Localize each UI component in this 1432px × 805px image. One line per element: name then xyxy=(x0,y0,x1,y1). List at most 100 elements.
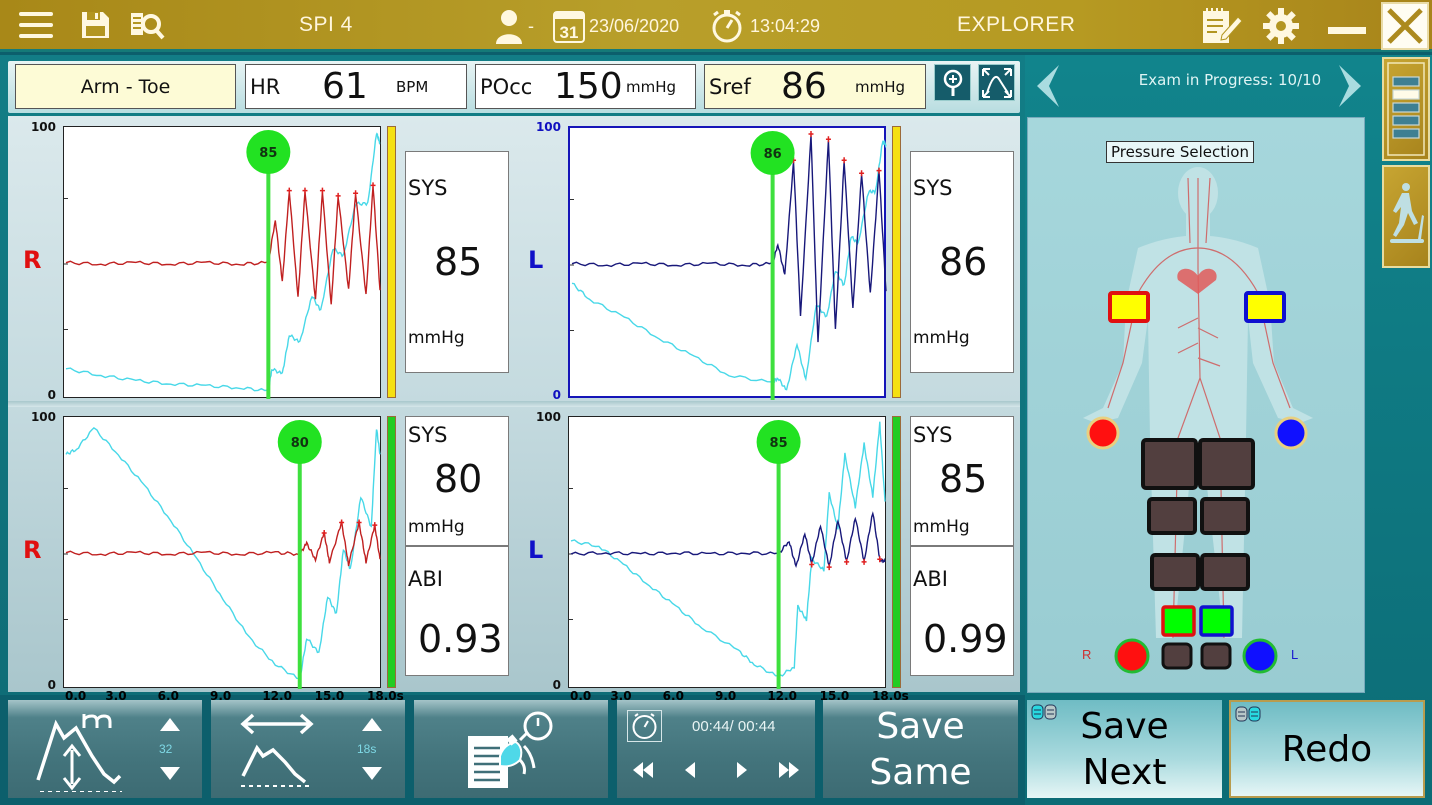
save-same-button[interactable]: Save Same xyxy=(823,700,1018,798)
sensor-ankle-right[interactable] xyxy=(1114,638,1150,674)
y-tick-label: 0 xyxy=(552,388,561,402)
trace-pulse-volume xyxy=(65,186,381,305)
menu-button[interactable] xyxy=(18,9,54,41)
zoom-in-icon xyxy=(943,69,962,96)
pocc-box: POcc 150 mmHg xyxy=(475,64,696,109)
search-exam-button[interactable] xyxy=(129,9,171,41)
settings-button[interactable] xyxy=(1261,6,1301,46)
timebase-control: 18s xyxy=(211,700,405,798)
cuff-calf-right[interactable] xyxy=(1150,553,1200,591)
redo-label: Redo xyxy=(1281,728,1373,770)
chevron-left-icon xyxy=(1037,65,1059,107)
side-label: L xyxy=(528,246,544,274)
waveform-plot[interactable]: 85 xyxy=(63,126,381,399)
waveform-plot[interactable]: 86 xyxy=(568,126,887,400)
step-forward-button[interactable] xyxy=(735,760,749,784)
waveform-plot[interactable]: 85 xyxy=(568,416,886,689)
top-bar: SPI 4 - 31 23/06/2020 13:04:29 EXPLORER xyxy=(0,0,1432,52)
legend-left: L xyxy=(1291,647,1298,662)
cuff-thigh-left[interactable] xyxy=(1198,438,1255,490)
cuff-above-knee-right[interactable] xyxy=(1147,497,1197,535)
notes-button[interactable] xyxy=(1200,7,1246,45)
rewind-icon xyxy=(633,762,653,778)
redo-button[interactable]: Redo xyxy=(1229,700,1425,798)
step-forward-icon xyxy=(737,762,747,778)
protocol-button[interactable]: Arm - Toe xyxy=(15,64,236,109)
fast-forward-button[interactable] xyxy=(777,760,801,784)
side-label: R xyxy=(23,246,42,274)
next-exam-button[interactable] xyxy=(1335,63,1367,113)
save-button[interactable] xyxy=(79,9,111,41)
trace-cuff-pressure xyxy=(65,427,381,680)
exercise-test-tab[interactable] xyxy=(1382,165,1430,268)
peak-marker xyxy=(372,522,378,529)
save-next-button[interactable]: Save Next xyxy=(1027,700,1222,798)
hr-box: HR 61 BPM xyxy=(245,64,467,109)
sref-label: Sref xyxy=(709,74,751,99)
waveform-svg: 80 xyxy=(64,420,381,689)
fast-forward-icon xyxy=(779,762,799,778)
timebase-scale-button[interactable] xyxy=(239,710,319,794)
sys-label: SYS xyxy=(913,176,953,200)
side-label: L xyxy=(528,536,544,564)
abi-value: 0.99 xyxy=(923,617,1008,661)
systolic-marker-label: 85 xyxy=(770,436,788,451)
playback-control: 00:44/ 00:44 xyxy=(617,700,815,798)
playback-timer-button[interactable] xyxy=(627,710,662,742)
cuff-foot-left[interactable] xyxy=(1200,642,1232,670)
sensor-finger-left[interactable] xyxy=(1274,416,1308,450)
report-button[interactable] xyxy=(414,700,608,798)
amplitude-icon xyxy=(36,714,122,793)
waveform-svg: 85 xyxy=(569,420,886,689)
peak-marker xyxy=(370,182,376,189)
exam-status: Exam in Progress: 10/10 xyxy=(1138,71,1322,89)
fit-curve-button[interactable] xyxy=(978,64,1015,101)
waveform-panel: R 100 0 85 SYS 85 mmHg xyxy=(8,116,513,406)
timebase-up-button[interactable] xyxy=(362,718,382,731)
cuff-above-knee-left[interactable] xyxy=(1200,497,1250,535)
cuff-arm-right[interactable] xyxy=(1108,291,1150,323)
peak-marker xyxy=(286,187,292,194)
save-icon xyxy=(82,12,109,38)
timebase-icon xyxy=(240,713,314,787)
cuff-thigh-right[interactable] xyxy=(1141,438,1198,490)
peak-marker xyxy=(825,136,831,143)
previous-exam-button[interactable] xyxy=(1031,63,1063,113)
zoom-button[interactable] xyxy=(934,64,971,101)
cuff-toe-right[interactable] xyxy=(1161,605,1196,637)
protocol-label: Arm - Toe xyxy=(80,75,171,98)
amplitude-scale-button[interactable] xyxy=(26,712,136,796)
exam-list-tab[interactable] xyxy=(1382,57,1430,161)
cuff-toe-left[interactable] xyxy=(1199,605,1234,637)
patient-button[interactable]: - xyxy=(494,7,534,45)
waveform-plot[interactable]: 80 xyxy=(63,416,381,689)
amplitude-up-button[interactable] xyxy=(160,718,180,731)
abi-label: ABI xyxy=(913,567,948,591)
peak-marker xyxy=(876,167,882,174)
timebase-value: 18s xyxy=(357,742,377,756)
user-icon xyxy=(496,10,522,44)
cuff-arm-left[interactable] xyxy=(1244,291,1286,323)
systolic-box: SYS 86 mmHg xyxy=(910,151,1014,373)
hr-label: HR xyxy=(250,74,281,99)
waveform-charts: R 100 0 85 SYS 85 mmHg L 100 0 86 SYS 86 mmHg R 100 0 80 0… xyxy=(8,116,1020,703)
systolic-box: SYS 85 mmHg xyxy=(910,416,1014,546)
minimize-button[interactable] xyxy=(1328,27,1368,35)
sensor-finger-right[interactable] xyxy=(1086,416,1120,450)
sys-unit: mmHg xyxy=(408,517,465,537)
amplitude-down-button[interactable] xyxy=(160,767,180,780)
timebase-down-button[interactable] xyxy=(362,767,382,780)
current-time: 13:04:29 xyxy=(750,15,821,36)
cuff-foot-right[interactable] xyxy=(1161,642,1193,670)
svg-text:31: 31 xyxy=(560,23,579,42)
save-next-line2: Next xyxy=(1082,752,1167,793)
peak-marker xyxy=(319,187,325,194)
step-back-button[interactable] xyxy=(683,760,697,784)
close-button[interactable] xyxy=(1381,2,1429,50)
cuff-calf-left[interactable] xyxy=(1200,553,1250,591)
playback-time: 00:44/ 00:44 xyxy=(692,718,776,735)
rewind-button[interactable] xyxy=(631,760,655,784)
peak-marker xyxy=(844,558,850,565)
sensor-ankle-left[interactable] xyxy=(1242,638,1278,674)
amplitude-control: 32 xyxy=(8,700,202,798)
